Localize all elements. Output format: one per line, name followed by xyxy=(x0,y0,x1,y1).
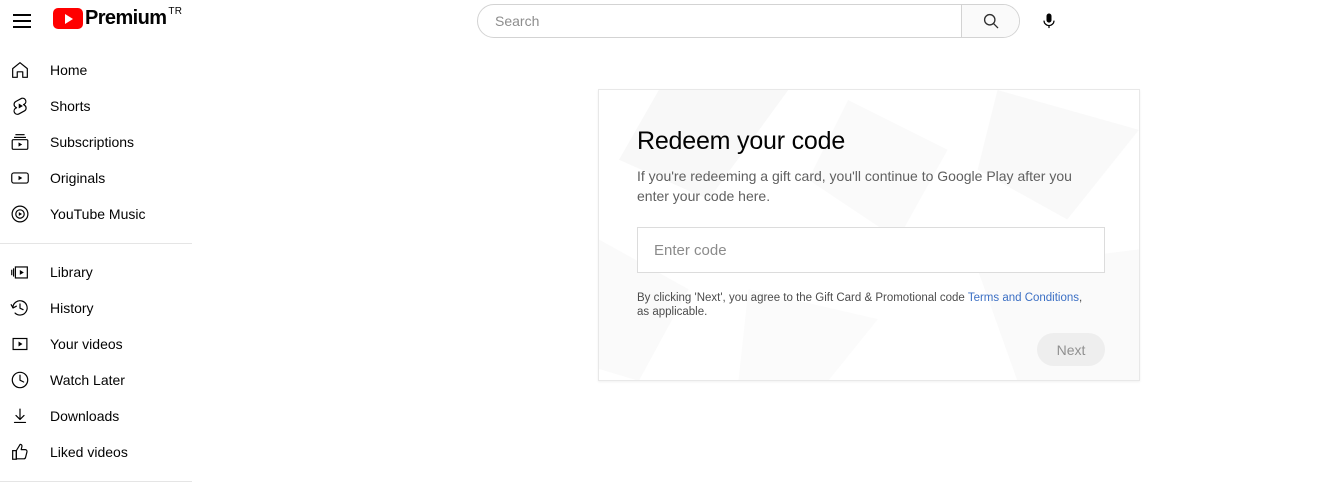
search-button[interactable] xyxy=(961,5,1019,37)
originals-icon xyxy=(8,166,32,190)
logo-country-code: TR xyxy=(168,6,183,17)
sidebar-item-label: Watch Later xyxy=(50,372,125,388)
sidebar-item-youtube-music[interactable]: YouTube Music xyxy=(0,196,210,232)
sidebar-divider-bottom xyxy=(0,481,192,482)
logo-brand-text: Premium xyxy=(85,7,167,29)
disclaimer-text-before: By clicking 'Next', you agree to the Gif… xyxy=(637,292,968,304)
sidebar-item-subscriptions[interactable]: Subscriptions xyxy=(0,124,210,160)
hamburger-line xyxy=(13,20,31,22)
home-icon xyxy=(8,58,32,82)
main-content: Redeem your code If you're redeeming a g… xyxy=(210,43,1338,502)
page-title: Redeem your code xyxy=(637,127,846,155)
hamburger-line xyxy=(13,26,31,28)
sidebar-item-downloads[interactable]: Downloads xyxy=(0,398,210,434)
sidebar-item-label: Library xyxy=(50,264,93,280)
sidebar-item-shorts[interactable]: Shorts xyxy=(0,88,210,124)
shorts-icon xyxy=(8,94,32,118)
youtube-play-icon xyxy=(53,8,83,29)
youtube-music-icon xyxy=(8,202,32,226)
card-subtitle: If you're redeeming a gift card, you'll … xyxy=(637,168,1072,204)
search-area xyxy=(477,4,1062,38)
sidebar-item-label: History xyxy=(50,300,94,316)
hamburger-line xyxy=(13,14,31,16)
redeem-code-input[interactable] xyxy=(637,227,1105,273)
search-icon xyxy=(983,13,998,29)
redeem-code-card: Redeem your code If you're redeeming a g… xyxy=(598,89,1140,381)
search-input[interactable] xyxy=(478,5,961,37)
sidebar-item-label: YouTube Music xyxy=(50,206,146,222)
sidebar-divider xyxy=(0,243,192,244)
card-inner: Redeem your code If you're redeeming a g… xyxy=(599,90,1139,366)
your-videos-icon xyxy=(8,332,32,356)
terms-and-conditions-link[interactable]: Terms and Conditions xyxy=(968,292,1079,304)
sidebar-item-label: Your videos xyxy=(50,336,123,352)
sidebar-item-label: Subscriptions xyxy=(50,134,135,150)
sidebar-item-library[interactable]: Library xyxy=(0,254,210,290)
downloads-icon xyxy=(8,404,32,428)
sidebar-item-label: Home xyxy=(50,62,88,78)
next-button[interactable]: Next xyxy=(1037,333,1105,366)
hamburger-menu-icon[interactable] xyxy=(10,9,34,33)
subscriptions-icon xyxy=(8,130,32,154)
sidebar-item-label: Shorts xyxy=(50,98,91,114)
sidebar-item-liked-videos[interactable]: Liked videos xyxy=(0,434,210,470)
sidebar-item-history[interactable]: History xyxy=(0,290,210,326)
microphone-icon xyxy=(1043,13,1055,29)
sidebar: Home Shorts Subscriptions Originals YouT… xyxy=(0,52,210,502)
library-icon xyxy=(8,260,32,284)
top-bar: Premium TR xyxy=(0,0,1338,43)
play-triangle-icon xyxy=(65,13,73,24)
youtube-premium-logo[interactable]: Premium TR xyxy=(53,6,182,30)
voice-search-button[interactable] xyxy=(1036,8,1062,34)
sidebar-item-label: Liked videos xyxy=(50,444,128,460)
watch-later-icon xyxy=(8,368,32,392)
sidebar-item-watch-later[interactable]: Watch Later xyxy=(0,362,210,398)
sidebar-item-originals[interactable]: Originals xyxy=(0,160,210,196)
sidebar-item-home[interactable]: Home xyxy=(0,52,210,88)
sidebar-item-your-videos[interactable]: Your videos xyxy=(0,326,210,362)
card-actions: Next xyxy=(637,333,1105,366)
history-icon xyxy=(8,296,32,320)
liked-videos-icon xyxy=(8,440,32,464)
sidebar-item-label: Downloads xyxy=(50,408,120,424)
sidebar-item-label: Originals xyxy=(50,170,106,186)
search-box xyxy=(477,4,1020,38)
terms-disclaimer: By clicking 'Next', you agree to the Gif… xyxy=(637,291,1089,319)
